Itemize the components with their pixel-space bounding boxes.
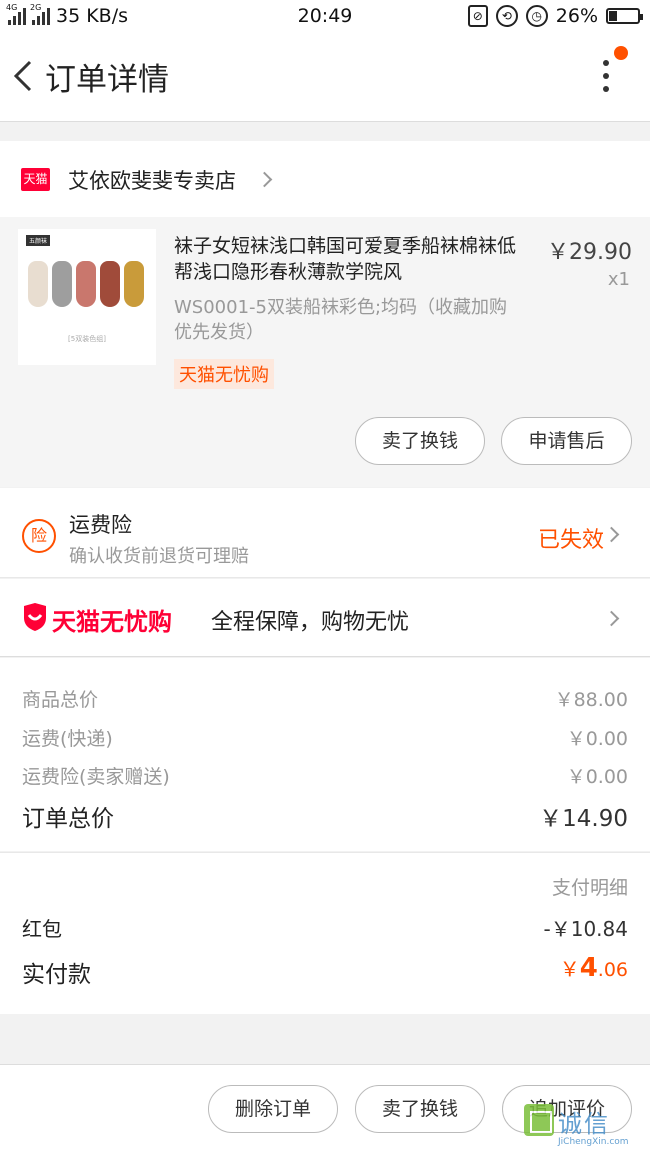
payment-detail-link[interactable]: 支付明细 <box>552 873 628 900</box>
goods-total-row: 商品总价 ￥88.00 <box>22 685 628 712</box>
store-row[interactable]: 天猫 艾依欧斐斐专卖店 <box>0 141 650 217</box>
price-summary: 商品总价 ￥88.00 运费(快递) ￥0.00 运费险(卖家赠送) ￥0.00… <box>0 658 650 851</box>
watermark-cn: 诚信 <box>558 1110 610 1138</box>
chevron-right-icon <box>603 526 620 543</box>
red-packet-value: -￥10.84 <box>543 917 628 941</box>
shipping-insurance-fee-label: 运费险(卖家赠送) <box>22 766 170 788</box>
insurance-icon: 险 <box>22 519 56 553</box>
order-total-row: 订单总价 ￥14.90 <box>22 799 628 833</box>
chevron-right-icon <box>256 171 273 188</box>
worry-free-slogan: 全程保障，购物无忧 <box>211 610 410 635</box>
product-thumbnail[interactable]: 五颜袜 [5双装色组] <box>18 229 156 365</box>
paid-decimal: .06 <box>597 959 628 981</box>
product-quantity: x1 <box>607 269 630 290</box>
sock-image <box>52 261 72 307</box>
alarm-icon: ◷ <box>525 5 548 27</box>
shipping-insurance-fee-value: ￥0.00 <box>566 766 628 788</box>
store-name: 艾依欧斐斐专卖店 <box>68 169 236 193</box>
status-right: ⊘ ⟲ ◷ 26% <box>467 5 643 27</box>
shield-icon <box>24 603 46 631</box>
status-bar: 4G 2G 35 KB/s 20:49 ⊘ ⟲ ◷ 26% <box>0 0 650 34</box>
goods-total-value: ￥88.00 <box>554 689 628 711</box>
page-title: 订单详情 <box>45 62 169 98</box>
goods-total-label: 商品总价 <box>22 689 99 711</box>
battery-fill <box>609 11 617 21</box>
sock-image <box>124 261 144 307</box>
worry-free-row[interactable]: 天猫无忧购 全程保障，购物无忧 <box>0 579 650 657</box>
insurance-desc: 确认收货前退货可理赔 <box>69 546 249 567</box>
rotation-lock-icon: ⟲ <box>495 5 518 27</box>
product-card[interactable]: 五颜袜 [5双装色组] 袜子女短袜浅口韩国可爱夏季船袜棉袜低帮浅口隐形春秋薄款学… <box>0 217 650 487</box>
watermark-logo <box>524 1104 554 1136</box>
product-title[interactable]: 袜子女短袜浅口韩国可爱夏季船袜棉袜低帮浅口隐形春秋薄款学院风 <box>174 233 524 285</box>
resell-button[interactable]: 卖了换钱 <box>355 417 485 465</box>
sock-image <box>100 261 120 307</box>
paid-integer: 4 <box>579 953 598 983</box>
product-price: ￥29.90 <box>547 240 632 265</box>
after-sale-button[interactable]: 申请售后 <box>501 417 632 465</box>
tmall-badge-icon: 天猫 <box>21 168 50 191</box>
order-total-label: 订单总价 <box>22 806 114 832</box>
paid-amount: ￥4.06 <box>560 953 628 983</box>
order-total-value: ￥14.90 <box>539 806 628 832</box>
notification-dot <box>614 46 628 60</box>
paid-label: 实付款 <box>22 962 91 988</box>
insurance-title: 运费险 <box>69 513 132 537</box>
worry-free-tag: 天猫无忧购 <box>174 359 274 389</box>
sock-image <box>28 261 48 307</box>
watermark: 诚信 JiChengXin.com <box>524 1102 642 1152</box>
thumb-label: 五颜袜 <box>26 235 51 246</box>
resell-footer-button[interactable]: 卖了换钱 <box>355 1085 485 1133</box>
thumb-caption: [5双装色组] <box>68 335 106 343</box>
mute-icon: ⊘ <box>467 5 488 27</box>
shipping-insurance-row[interactable]: 险 运费险 确认收货前退货可理赔 已失效 <box>0 488 650 578</box>
product-sku: WS0001-5双装船袜彩色;均码（收藏加购优先发货） <box>174 297 508 343</box>
red-packet-label: 红包 <box>22 917 62 941</box>
battery-icon <box>606 8 643 24</box>
nav-bar: 订单详情 <box>0 34 650 122</box>
chevron-right-icon <box>603 610 620 627</box>
chevron-left-icon[interactable] <box>8 54 38 98</box>
insurance-status: 已失效 <box>537 528 604 553</box>
paid-currency: ￥ <box>559 957 580 981</box>
delete-order-button[interactable]: 删除订单 <box>208 1085 338 1133</box>
payment-section: 支付明细 红包 -￥10.84 实付款 ￥4.06 <box>0 852 650 1014</box>
worry-free-brand: 天猫无忧购 <box>52 608 172 636</box>
watermark-en: JiChengXin.com <box>558 1137 629 1147</box>
shipping-value: ￥0.00 <box>566 728 628 750</box>
sock-image <box>76 261 96 307</box>
shipping-row: 运费(快递) ￥0.00 <box>22 724 628 751</box>
battery-text: 26% <box>555 5 598 27</box>
more-vertical-icon[interactable] <box>592 46 628 98</box>
shipping-label: 运费(快递) <box>22 728 113 750</box>
shipping-insurance-fee-row: 运费险(卖家赠送) ￥0.00 <box>22 762 628 789</box>
